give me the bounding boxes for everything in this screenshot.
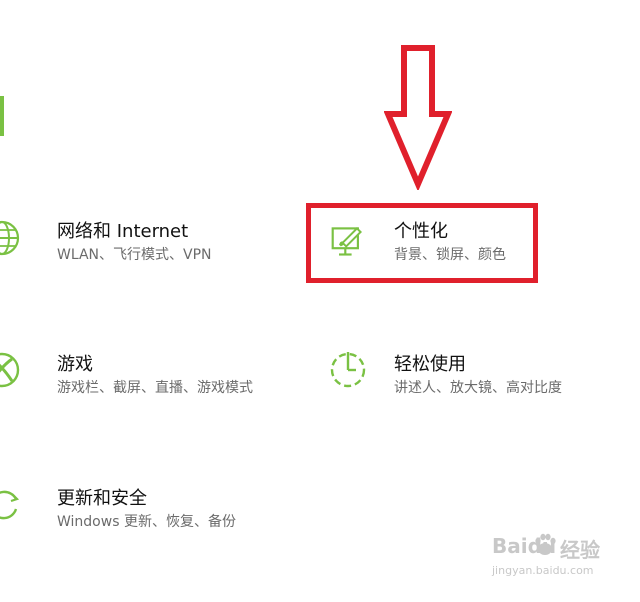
nav-accent-bar bbox=[0, 96, 4, 136]
tile-title: 网络和 Internet bbox=[57, 221, 189, 242]
watermark-url: jingyan.baidu.com bbox=[492, 564, 594, 577]
tile-ease-of-access[interactable]: 轻松使用 讲述人、放大镜、高对比度 bbox=[326, 348, 586, 403]
watermark-sub: 经验 bbox=[560, 538, 600, 562]
baidu-watermark: Baidu 经验 jingyan.baidu.com bbox=[492, 530, 612, 598]
tile-update-security[interactable]: 更新和安全 Windows 更新、恢复、备份 bbox=[0, 482, 280, 537]
tile-title: 游戏 bbox=[57, 354, 93, 375]
xbox-icon bbox=[0, 352, 20, 388]
tile-title: 轻松使用 bbox=[394, 354, 466, 375]
tile-desc: Windows 更新、恢复、备份 bbox=[57, 514, 236, 530]
ease-of-access-icon bbox=[330, 352, 366, 388]
tile-desc: WLAN、飞行模式、VPN bbox=[57, 247, 212, 263]
tile-gaming[interactable]: 游戏 游戏栏、截屏、直播、游戏模式 bbox=[0, 348, 290, 403]
down-arrow-annotation bbox=[384, 45, 452, 190]
globe-icon bbox=[0, 220, 20, 256]
tile-network-internet[interactable]: 网络和 Internet WLAN、飞行模式、VPN bbox=[0, 215, 260, 265]
tile-desc: 讲述人、放大镜、高对比度 bbox=[394, 380, 562, 396]
highlight-box bbox=[306, 203, 538, 283]
tile-title: 更新和安全 bbox=[57, 488, 147, 509]
sync-icon bbox=[0, 490, 20, 520]
tile-desc: 游戏栏、截屏、直播、游戏模式 bbox=[57, 380, 253, 396]
watermark-brand: Baidu bbox=[492, 534, 557, 558]
